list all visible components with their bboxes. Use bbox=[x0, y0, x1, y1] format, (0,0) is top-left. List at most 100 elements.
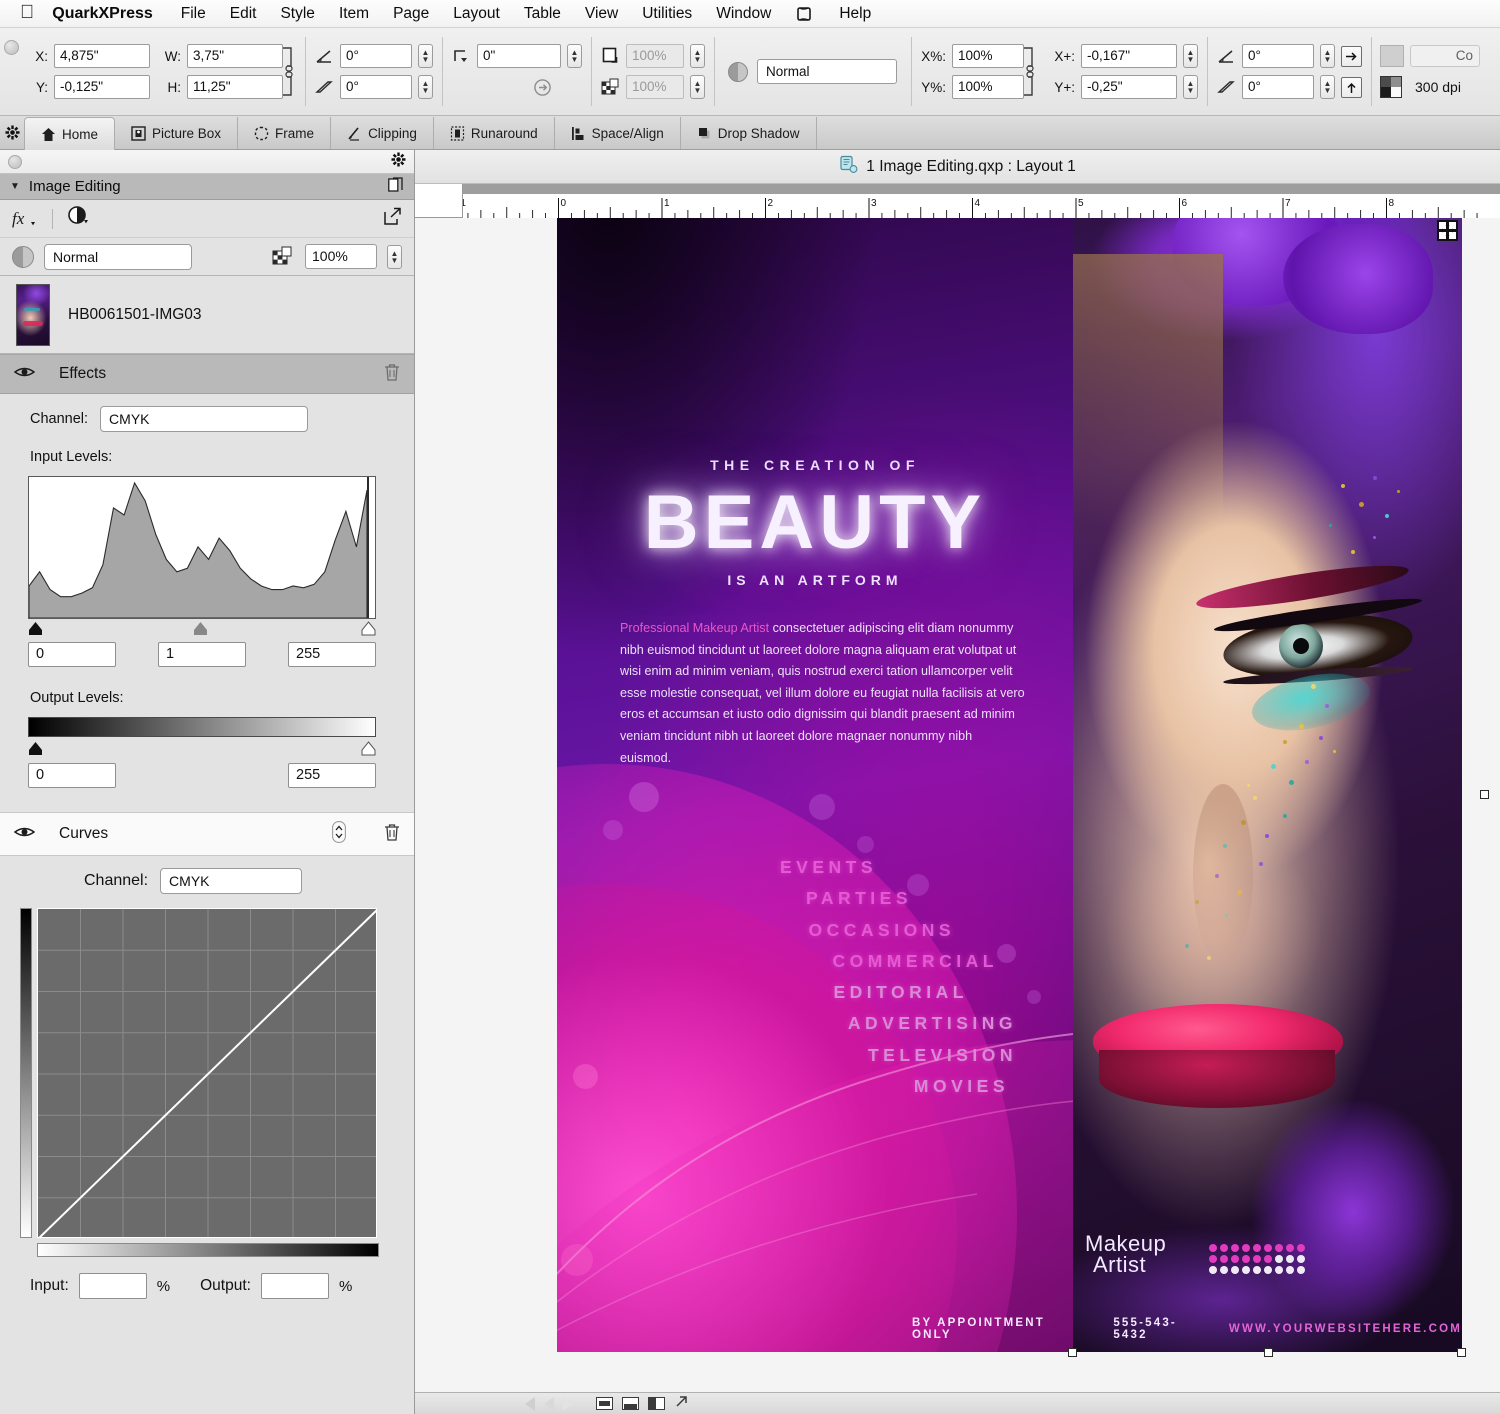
output-levels-gradient[interactable] bbox=[28, 717, 376, 737]
curves-input-field[interactable] bbox=[79, 1273, 147, 1299]
split-horizontal-view-icon[interactable] bbox=[622, 1397, 639, 1410]
panel-gear-icon[interactable] bbox=[391, 152, 406, 172]
link-dimensions-chain-icon[interactable] bbox=[282, 44, 296, 99]
tab-home[interactable]: Home bbox=[24, 117, 115, 150]
single-layout-view-icon[interactable] bbox=[596, 1397, 613, 1410]
eye-icon[interactable] bbox=[14, 365, 35, 384]
trash-icon[interactable] bbox=[384, 823, 400, 846]
picture-box-content[interactable]: THE CREATION OF BEAUTY IS AN ARTFORM Pro… bbox=[557, 218, 1462, 1352]
box-angle-input[interactable]: 0° bbox=[340, 44, 412, 68]
duplicate-icon[interactable] bbox=[388, 176, 404, 198]
palette-grip[interactable] bbox=[0, 28, 22, 115]
menu-item-utilities[interactable]: Utilities bbox=[630, 5, 704, 23]
scale-x-input[interactable]: 100% bbox=[952, 44, 1024, 68]
box-skew-stepper[interactable]: ▲▼ bbox=[418, 75, 433, 99]
offset-y-input[interactable]: -0,25" bbox=[1081, 75, 1177, 99]
tab-clipping[interactable]: Clipping bbox=[331, 117, 434, 149]
output-white-point-handle[interactable] bbox=[361, 741, 376, 756]
picture-angle-stepper[interactable]: ▲▼ bbox=[1320, 44, 1335, 68]
next-page-triangle-icon[interactable] bbox=[563, 1397, 573, 1411]
picture-color-select[interactable]: Co bbox=[1410, 45, 1480, 67]
output-white-field[interactable]: 255 bbox=[288, 763, 376, 788]
picture-color-swatch[interactable] bbox=[1380, 45, 1404, 67]
w-input[interactable]: 3,75" bbox=[187, 44, 283, 68]
y-input[interactable]: -0,125" bbox=[54, 75, 150, 99]
output-black-field[interactable]: 0 bbox=[28, 763, 116, 788]
curves-channel-select[interactable]: CMYK bbox=[160, 868, 302, 894]
input-levels-histogram[interactable] bbox=[28, 476, 376, 619]
input-black-point-handle[interactable] bbox=[28, 621, 43, 636]
shade-stepper[interactable]: ▲▼ bbox=[690, 44, 705, 68]
corner-radius-stepper[interactable]: ▲▼ bbox=[567, 44, 582, 68]
tab-drop-shadow[interactable]: Drop Shadow bbox=[681, 117, 817, 149]
menu-item-quarkxpress[interactable]: QuarkXPress bbox=[52, 5, 169, 23]
tab-picture-box[interactable]: Picture Box bbox=[115, 117, 238, 149]
full-screen-icon[interactable] bbox=[674, 1394, 689, 1414]
h-input[interactable]: 11,25" bbox=[187, 75, 283, 99]
box-angle-stepper[interactable]: ▲▼ bbox=[418, 44, 433, 68]
scale-y-input[interactable]: 100% bbox=[952, 75, 1024, 99]
apple-logo-icon[interactable]:  bbox=[20, 3, 34, 22]
open-external-icon[interactable] bbox=[383, 207, 402, 231]
menu-item-item[interactable]: Item bbox=[327, 5, 381, 23]
selection-handle[interactable] bbox=[1480, 790, 1489, 799]
ruler-corner[interactable] bbox=[415, 184, 463, 218]
menu-item-window[interactable]: Window bbox=[704, 5, 783, 23]
link-scale-chain-icon[interactable] bbox=[1023, 44, 1037, 99]
split-vertical-view-icon[interactable] bbox=[648, 1397, 665, 1410]
opacity-icon[interactable] bbox=[12, 246, 34, 268]
blend-opacity-icon[interactable] bbox=[728, 62, 748, 82]
corner-radius-input[interactable]: 0" bbox=[477, 44, 561, 68]
text-inset-icon[interactable] bbox=[533, 77, 553, 97]
trash-icon[interactable] bbox=[384, 363, 400, 386]
curves-graph[interactable] bbox=[37, 908, 377, 1238]
menu-item-page[interactable]: Page bbox=[381, 5, 441, 23]
opacity-input[interactable]: 100% bbox=[626, 75, 684, 99]
selection-handle[interactable] bbox=[1068, 1348, 1077, 1357]
fx-icon[interactable]: fx bbox=[12, 208, 38, 230]
menu-item-table[interactable]: Table bbox=[512, 5, 573, 23]
quark-cube-icon[interactable] bbox=[783, 4, 827, 24]
image-thumbnail[interactable] bbox=[16, 284, 50, 346]
selection-handle[interactable] bbox=[1264, 1348, 1273, 1357]
input-gamma-handle[interactable] bbox=[193, 621, 208, 636]
picture-skew-input[interactable]: 0° bbox=[1242, 75, 1314, 99]
menu-item-view[interactable]: View bbox=[573, 5, 630, 23]
selection-handle[interactable] bbox=[1457, 1348, 1466, 1357]
offset-x-stepper[interactable]: ▲▼ bbox=[1183, 44, 1198, 68]
tab-space-align[interactable]: Space/Align bbox=[555, 117, 681, 149]
tabbar-gear-icon[interactable] bbox=[0, 115, 24, 149]
menu-item-edit[interactable]: Edit bbox=[218, 5, 269, 23]
shade-input[interactable]: 100% bbox=[626, 44, 684, 68]
tab-runaround[interactable]: Runaround bbox=[434, 117, 555, 149]
box-skew-input[interactable]: 0° bbox=[340, 75, 412, 99]
output-black-point-handle[interactable] bbox=[28, 741, 43, 756]
horizontal-ruler[interactable]: -1012345678 bbox=[415, 184, 1500, 218]
input-white-point-handle[interactable] bbox=[361, 621, 376, 636]
triangle-down-icon[interactable]: ▼ bbox=[10, 181, 20, 192]
prev-page-triangle-icon[interactable] bbox=[525, 1397, 535, 1411]
panel-opacity-stepper[interactable]: ▲▼ bbox=[387, 245, 402, 269]
curves-stepper-icon[interactable] bbox=[332, 821, 346, 848]
tab-frame[interactable]: Frame bbox=[238, 117, 331, 149]
offset-x-input[interactable]: -0,167" bbox=[1081, 44, 1177, 68]
input-white-field[interactable]: 255 bbox=[288, 642, 376, 667]
document-title-bar[interactable]: 1 Image Editing.qxp : Layout 1 bbox=[415, 150, 1500, 184]
menu-item-help[interactable]: Help bbox=[827, 5, 883, 23]
layout-canvas[interactable]: THE CREATION OF BEAUTY IS AN ARTFORM Pro… bbox=[415, 218, 1500, 1414]
flip-vertical-button[interactable] bbox=[1341, 77, 1362, 98]
blend-mode-select[interactable]: Normal bbox=[757, 59, 897, 84]
picture-skew-stepper[interactable]: ▲▼ bbox=[1320, 75, 1335, 99]
panel-collapse-dot[interactable] bbox=[8, 155, 22, 169]
picture-angle-input[interactable]: 0° bbox=[1242, 44, 1314, 68]
panel-blend-mode-select[interactable]: Normal bbox=[44, 244, 192, 270]
adjustments-icon[interactable] bbox=[67, 205, 95, 232]
menu-item-layout[interactable]: Layout bbox=[441, 5, 512, 23]
menu-item-file[interactable]: File bbox=[169, 5, 218, 23]
picture-content-move-icon[interactable] bbox=[1437, 220, 1458, 241]
input-gamma-field[interactable]: 1 bbox=[158, 642, 246, 667]
opacity-stepper[interactable]: ▲▼ bbox=[690, 75, 705, 99]
effects-channel-select[interactable]: CMYK bbox=[100, 406, 308, 432]
panel-opacity-input[interactable]: 100% bbox=[305, 244, 377, 269]
input-black-field[interactable]: 0 bbox=[28, 642, 116, 667]
